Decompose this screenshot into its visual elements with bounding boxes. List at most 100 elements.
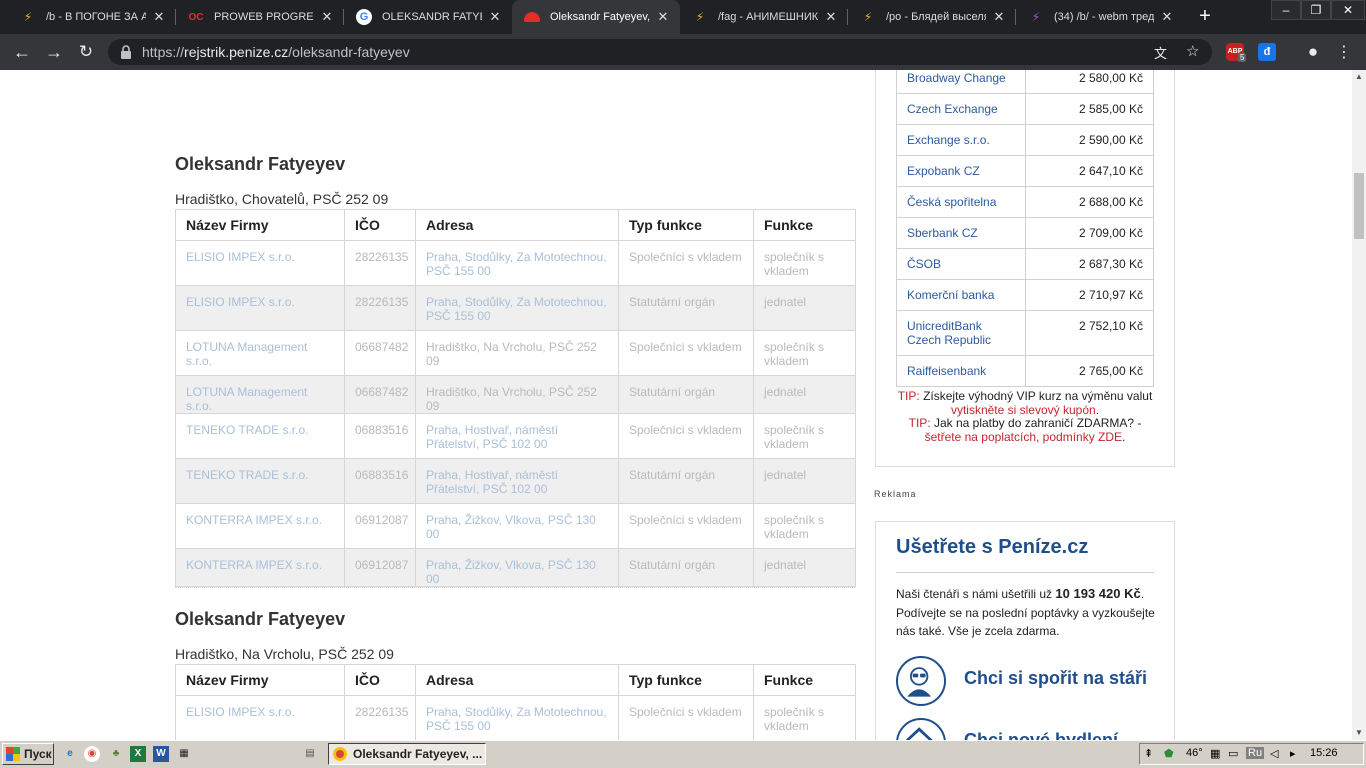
language-indicator[interactable]: Ru <box>1246 747 1265 759</box>
table-row: KONTERRA IMPEX s.r.o. 06912087 Praha, Ži… <box>175 503 856 549</box>
firm-link[interactable]: LOTUNA Management s.r.o. <box>175 330 345 376</box>
tab-7[interactable]: ⚡ (34) /b/ - webm тред ✕ <box>1016 0 1184 34</box>
close-icon[interactable]: ✕ <box>488 9 502 25</box>
address-link[interactable]: Praha, Hostivař, náměstí Přátelství, PSČ… <box>415 413 619 459</box>
col-header-typ: Typ funkce <box>618 664 754 696</box>
firm-link[interactable]: ELISIO IMPEX s.r.o. <box>175 285 345 331</box>
funkce-cell: jednatel <box>753 458 856 504</box>
tip-2: TIP: Jak na platby do zahraničí ZDARMA? … <box>885 416 1165 444</box>
flag-icon[interactable]: ▸ <box>1290 747 1296 760</box>
tip-text: Jak na platby do zahraničí ZDARMA? - <box>933 416 1142 430</box>
close-icon[interactable]: ✕ <box>824 9 838 25</box>
notepad-icon[interactable]: ▤ <box>302 746 318 762</box>
page-content: Oleksandr Fatyeyev Hradištko, Chovatelů,… <box>0 70 1352 740</box>
bank-link[interactable]: ČSOB <box>896 248 1026 280</box>
cta-new-housing[interactable]: Chci nové bydlení <box>896 718 1166 740</box>
tab-6[interactable]: ⚡ /po - Блядей выселя ✕ <box>848 0 1016 34</box>
tips: TIP: Získejte výhodný VIP kurz na výměnu… <box>885 389 1165 444</box>
extension-icon[interactable]: đ <box>1258 43 1278 63</box>
taskbar-chrome-window[interactable]: Oleksandr Fatyeyev, ... <box>328 743 486 765</box>
back-arrow-icon[interactable]: ← <box>10 40 34 64</box>
firm-link[interactable]: ELISIO IMPEX s.r.o. <box>175 240 345 286</box>
ie-icon[interactable]: e <box>62 746 78 762</box>
shield-icon[interactable]: ⬟ <box>1164 747 1174 760</box>
bank-link[interactable]: Česká spořitelna <box>896 186 1026 218</box>
bookmark-star-icon[interactable]: ☆ <box>1186 42 1199 60</box>
bank-link[interactable]: Broadway Change <box>896 70 1026 94</box>
address-link[interactable]: Praha, Stodůlky, Za Mototechnou, PSČ 155… <box>415 285 619 331</box>
firm-link[interactable]: ELISIO IMPEX s.r.o. <box>175 695 345 740</box>
coupon-link[interactable]: vytiskněte si slevový kupón <box>951 403 1096 417</box>
address-link[interactable]: Praha, Žižkov, Vlkova, PSČ 130 00 <box>415 503 619 549</box>
bank-link[interactable]: UnicreditBank Czech Republic <box>896 310 1026 356</box>
close-icon[interactable]: ✕ <box>1160 9 1174 25</box>
game-icon[interactable]: ▦ <box>1210 747 1220 760</box>
firm-link[interactable]: LOTUNA Management s.r.o. <box>175 375 345 414</box>
firm-link[interactable]: TENEKO TRADE s.r.o. <box>175 413 345 459</box>
chrome-icon[interactable]: ◉ <box>84 746 100 762</box>
close-icon[interactable]: ✕ <box>656 9 670 25</box>
window-close-button[interactable]: ✕ <box>1331 0 1365 20</box>
firm-link[interactable]: KONTERRA IMPEX s.r.o. <box>175 548 345 587</box>
restore-button[interactable]: ❐ <box>1301 0 1331 20</box>
fees-link[interactable]: šetřete na poplatcích, podmínky ZDE <box>925 430 1122 444</box>
bank-link[interactable]: Czech Exchange <box>896 93 1026 125</box>
volume-icon[interactable]: ◁ <box>1270 747 1278 760</box>
firm-link[interactable]: KONTERRA IMPEX s.r.o. <box>175 503 345 549</box>
rate-row: ČSOB 2 687,30 Kč <box>896 248 1154 280</box>
close-icon[interactable]: ✕ <box>992 9 1006 25</box>
bank-link[interactable]: Raiffeisenbank <box>896 355 1026 387</box>
bank-link[interactable]: Komerční banka <box>896 279 1026 311</box>
funkce-cell: jednatel <box>753 375 856 414</box>
translate-icon[interactable]: 文 <box>1154 43 1167 62</box>
funkce-cell: společník s vkladem <box>753 695 856 740</box>
address-link[interactable]: Praha, Stodůlky, Za Mototechnou, PSČ 155… <box>415 695 619 740</box>
app-icon[interactable]: ♣ <box>108 746 124 762</box>
cta-pension-savings[interactable]: Chci si spořit na stáři <box>896 656 1166 706</box>
rate-value: 2 647,10 Kč <box>1025 155 1154 187</box>
start-button[interactable]: Пуск <box>2 743 54 765</box>
profile-icon[interactable]: ● <box>1302 42 1324 64</box>
close-icon[interactable]: ✕ <box>152 9 166 25</box>
scroll-thumb[interactable] <box>1354 173 1364 239</box>
rate-value: 2 709,00 Kč <box>1025 217 1154 249</box>
network-icon[interactable]: ▭ <box>1228 747 1238 760</box>
google-icon: G <box>356 9 372 25</box>
tip-end: . <box>1122 429 1126 444</box>
tab-1[interactable]: ⚡ /b - В ПОГОНЕ ЗА АН ✕ <box>8 0 176 34</box>
game-icon[interactable]: ▦ <box>176 746 192 762</box>
tab-3[interactable]: G OLEKSANDR FATYEYE ✕ <box>344 0 512 34</box>
tab-title: PROWEB PROGRESSI <box>214 11 314 23</box>
rate-row: Broadway Change 2 580,00 Kč <box>896 70 1154 94</box>
excel-icon[interactable]: X <box>130 746 146 762</box>
firm-link[interactable]: TENEKO TRADE s.r.o. <box>175 458 345 504</box>
lightning-icon: ⚡ <box>695 10 705 24</box>
new-tab-button[interactable]: + <box>1192 5 1218 29</box>
address-bar[interactable]: https://rejstrik.penize.cz/oleksandr-fat… <box>108 39 1212 65</box>
page-scrollbar[interactable]: ▲ ▼ <box>1352 70 1366 740</box>
reload-icon[interactable]: ↻ <box>74 40 98 64</box>
ico-cell: 06687482 <box>344 330 416 376</box>
address-link[interactable]: Praha, Hostivař, náměstí Přátelství, PSČ… <box>415 458 619 504</box>
tab-2[interactable]: OC PROWEB PROGRESSI ✕ <box>176 0 344 34</box>
rate-row: Exchange s.r.o. 2 590,00 Kč <box>896 124 1154 156</box>
rate-value: 2 580,00 Kč <box>1025 70 1154 94</box>
word-icon[interactable]: W <box>153 746 169 762</box>
scroll-up-icon[interactable]: ▲ <box>1352 70 1366 84</box>
minimize-button[interactable]: – <box>1271 0 1301 20</box>
forward-arrow-icon[interactable]: → <box>42 40 66 64</box>
adblock-icon[interactable]: ABP 5 <box>1226 43 1247 63</box>
bank-link[interactable]: Expobank CZ <box>896 155 1026 187</box>
address-link[interactable]: Praha, Žižkov, Vlkova, PSČ 130 00 <box>415 548 619 587</box>
scroll-down-icon[interactable]: ▼ <box>1352 726 1366 740</box>
tab-4-active[interactable]: Oleksandr Fatyeyev, ✕ <box>512 0 680 34</box>
bank-link[interactable]: Sberbank CZ <box>896 217 1026 249</box>
bank-link[interactable]: Exchange s.r.o. <box>896 124 1026 156</box>
chevron-up-icon[interactable]: ⇞ <box>1144 747 1153 760</box>
close-icon[interactable]: ✕ <box>320 9 334 25</box>
typ-cell: Společníci s vkladem <box>618 240 754 286</box>
tab-5[interactable]: ⚡ /fag - АНИМЕШНИК, ✕ <box>680 0 848 34</box>
address-link[interactable]: Praha, Stodůlky, Za Mototechnou, PSČ 155… <box>415 240 619 286</box>
table-row: KONTERRA IMPEX s.r.o. 06912087 Praha, Ži… <box>175 548 856 587</box>
menu-dots-icon[interactable]: ⋮ <box>1334 42 1354 64</box>
